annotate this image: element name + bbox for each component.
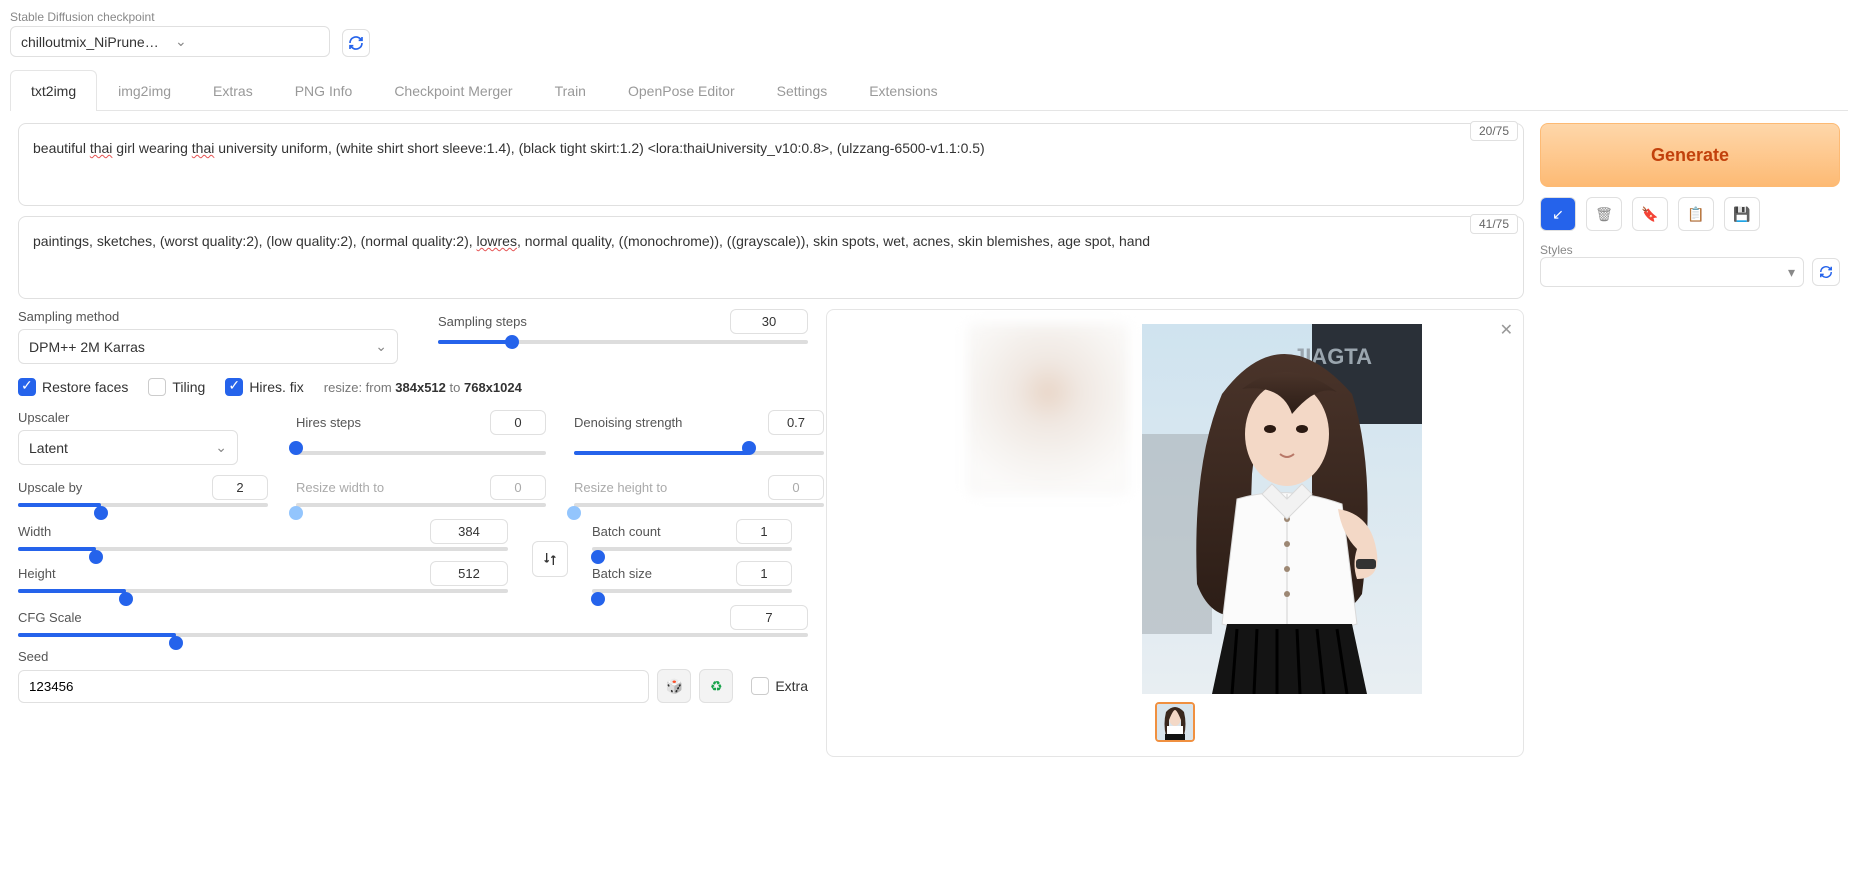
tab-pnginfo[interactable]: PNG Info xyxy=(274,70,374,111)
batch-count-label: Batch count xyxy=(592,524,661,539)
sampling-method-select[interactable]: DPM++ 2M Karras ⌄ xyxy=(18,329,398,364)
trash-icon: 🗑 xyxy=(1595,206,1613,223)
clear-button[interactable]: 🗑 xyxy=(1586,197,1622,231)
tiling-label: Tiling xyxy=(172,379,205,395)
hires-steps-value[interactable]: 0 xyxy=(490,410,546,435)
prompt-input[interactable]: beautiful thai girl wearing thai univers… xyxy=(18,123,1524,206)
batch-count-value[interactable]: 1 xyxy=(736,519,792,544)
prompt-seg: university uniform, (white shirt short s… xyxy=(214,140,984,156)
tab-openpose[interactable]: OpenPose Editor xyxy=(607,70,756,111)
clipboard-button[interactable]: 📋 xyxy=(1678,197,1714,231)
seed-extra-checkbox[interactable]: Extra xyxy=(751,677,808,695)
resize-from: 384x512 xyxy=(395,380,446,395)
checkpoint-select[interactable]: chilloutmix_NiPrunedFp32Fix.safetensors … xyxy=(10,26,330,57)
batch-size-label: Batch size xyxy=(592,566,652,581)
restore-faces-label: Restore faces xyxy=(42,379,128,395)
resize-w-value[interactable]: 0 xyxy=(490,475,546,500)
sampling-method-value: DPM++ 2M Karras xyxy=(29,339,145,355)
paint-button[interactable]: ↙ xyxy=(1540,197,1576,231)
tab-extras[interactable]: Extras xyxy=(192,70,274,111)
neg-seg: , normal quality, ((monochrome)), ((gray… xyxy=(517,233,1150,249)
generate-button[interactable]: Generate xyxy=(1540,123,1840,187)
prompt-token-counter: 20/75 xyxy=(1470,121,1518,141)
caret-down-icon: ▾ xyxy=(1788,264,1795,281)
result-preview-small[interactable] xyxy=(968,324,1128,494)
prompt-seg: thai xyxy=(90,140,113,156)
result-thumbnail[interactable] xyxy=(1155,702,1195,742)
neg-seg: lowres xyxy=(477,233,517,249)
resize-h-value[interactable]: 0 xyxy=(768,475,824,500)
checkpoint-label: Stable Diffusion checkpoint xyxy=(10,10,330,24)
width-label: Width xyxy=(18,524,51,539)
negprompt-input[interactable]: paintings, sketches, (worst quality:2), … xyxy=(18,216,1524,299)
refresh-styles-button[interactable] xyxy=(1812,258,1840,286)
seed-label: Seed xyxy=(18,649,808,664)
chevron-down-icon: ⌄ xyxy=(215,439,227,456)
arrow-icon: ↙ xyxy=(1552,206,1564,223)
chevron-down-icon: ⌄ xyxy=(375,338,387,355)
checkpoint-value: chilloutmix_NiPrunedFp32Fix.safetensors … xyxy=(21,34,165,50)
denoise-value[interactable]: 0.7 xyxy=(768,410,824,435)
seed-extra-label: Extra xyxy=(775,678,808,694)
denoise-label: Denoising strength xyxy=(574,415,682,430)
negprompt-token-counter: 41/75 xyxy=(1470,214,1518,234)
resize-h-label: Resize height to xyxy=(574,480,667,495)
tab-bar: txt2img img2img Extras PNG Info Checkpoi… xyxy=(10,69,1848,111)
denoise-slider[interactable] xyxy=(574,440,824,465)
sampling-method-label: Sampling method xyxy=(18,309,398,324)
swap-dims-button[interactable] xyxy=(532,541,568,577)
chevron-down-icon: ⌄ xyxy=(175,33,319,50)
tab-img2img[interactable]: img2img xyxy=(97,70,192,111)
batch-size-value[interactable]: 1 xyxy=(736,561,792,586)
close-icon[interactable]: ✕ xyxy=(1500,320,1513,340)
cfg-value[interactable]: 7 xyxy=(730,605,808,630)
hires-steps-slider[interactable] xyxy=(296,440,546,465)
resize-to: 768x1024 xyxy=(464,380,522,395)
result-gallery: ✕ JIAGTA xyxy=(826,309,1524,757)
prompt-seg: thai xyxy=(192,140,215,156)
tab-settings[interactable]: Settings xyxy=(756,70,849,111)
upscaler-select[interactable]: Latent ⌄ xyxy=(18,430,238,465)
sampling-steps-label: Sampling steps xyxy=(438,314,527,329)
tab-extensions[interactable]: Extensions xyxy=(848,70,958,111)
tab-train[interactable]: Train xyxy=(534,70,607,111)
neg-seg: paintings, sketches, (worst quality:2), … xyxy=(33,233,477,249)
tab-txt2img[interactable]: txt2img xyxy=(10,70,97,111)
seed-reuse-button[interactable]: ♻ xyxy=(699,669,733,703)
height-label: Height xyxy=(18,566,56,581)
width-value[interactable]: 384 xyxy=(430,519,508,544)
upscale-by-label: Upscale by xyxy=(18,480,82,495)
tab-checkpoint-merger[interactable]: Checkpoint Merger xyxy=(373,70,533,111)
resize-prefix: resize: from xyxy=(324,380,396,395)
recycle-icon: ♻ xyxy=(710,678,723,695)
style-button[interactable]: 🔖 xyxy=(1632,197,1668,231)
prompt-seg: girl wearing xyxy=(112,140,191,156)
clipboard-icon: 📋 xyxy=(1687,206,1704,223)
hires-fix-checkbox[interactable]: Hires. fix xyxy=(225,378,303,396)
seed-input[interactable] xyxy=(18,670,649,703)
bookmark-icon: 🔖 xyxy=(1641,206,1658,223)
resize-info: resize: from 384x512 to 768x1024 xyxy=(324,380,522,395)
upscale-by-value[interactable]: 2 xyxy=(212,475,268,500)
hires-steps-label: Hires steps xyxy=(296,415,361,430)
seed-random-button[interactable]: 🎲 xyxy=(657,669,691,703)
styles-select[interactable]: ▾ xyxy=(1540,257,1804,287)
resize-w-label: Resize width to xyxy=(296,480,384,495)
upscaler-value: Latent xyxy=(29,440,68,456)
height-value[interactable]: 512 xyxy=(430,561,508,586)
upscaler-label: Upscaler xyxy=(18,410,268,425)
prompt-seg: beautiful xyxy=(33,140,90,156)
result-image[interactable]: JIAGTA xyxy=(1142,324,1422,694)
sampling-steps-slider[interactable] xyxy=(438,334,808,350)
tiling-checkbox[interactable]: Tiling xyxy=(148,378,205,396)
cfg-label: CFG Scale xyxy=(18,610,82,625)
save-button[interactable]: 💾 xyxy=(1724,197,1760,231)
sampling-steps-value[interactable]: 30 xyxy=(730,309,808,334)
styles-label: Styles xyxy=(1540,243,1573,257)
hires-label: Hires. fix xyxy=(249,379,303,395)
save-icon: 💾 xyxy=(1733,206,1750,223)
refresh-checkpoint-button[interactable] xyxy=(342,29,370,57)
resize-to-word: to xyxy=(446,380,464,395)
restore-faces-checkbox[interactable]: Restore faces xyxy=(18,378,128,396)
